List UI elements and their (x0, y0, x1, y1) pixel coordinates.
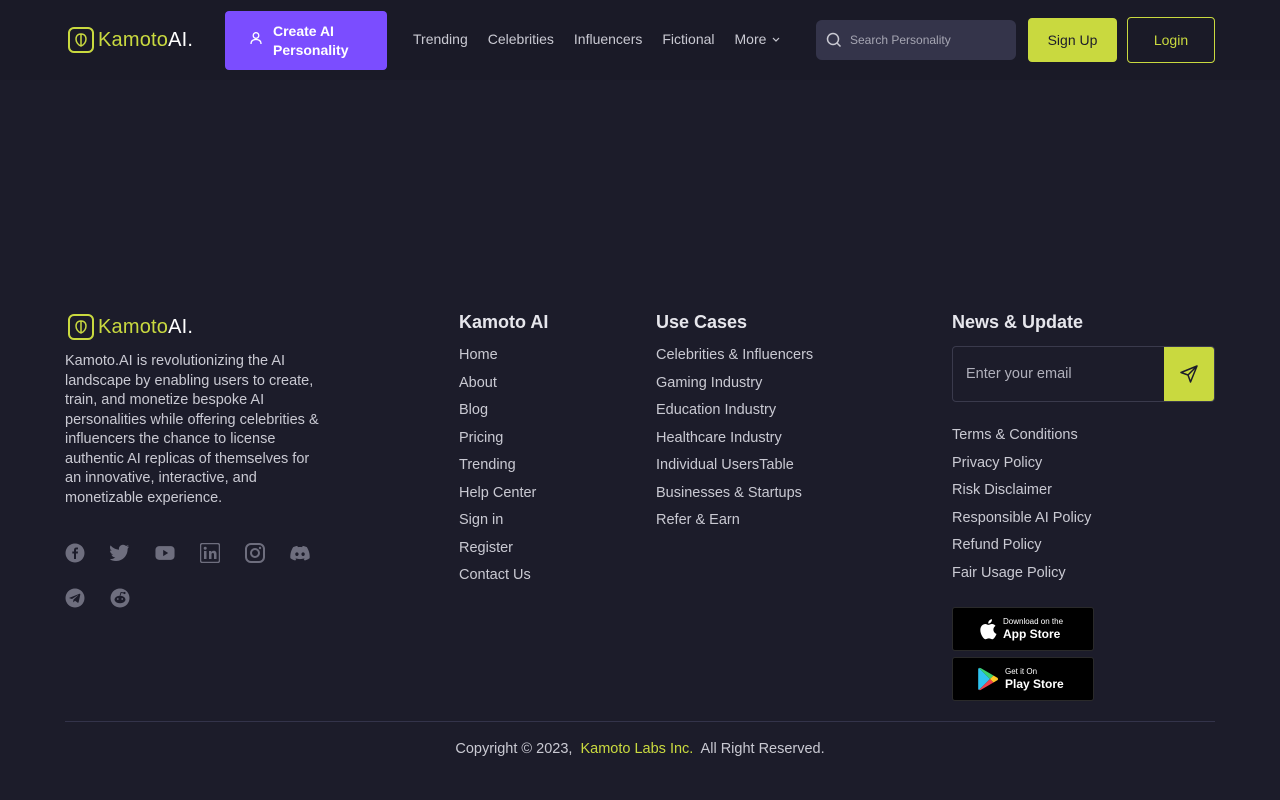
create-ai-personality-label: Create AI Personality (273, 22, 349, 58)
footer-link-pricing[interactable]: Pricing (459, 428, 536, 456)
footer-col-use-cases-list: Celebrities & Influencers Gaming Industr… (656, 345, 813, 538)
footer-link-education-industry[interactable]: Education Industry (656, 400, 813, 428)
copyright-prefix: Copyright © 2023, (455, 741, 573, 757)
footer-link-home[interactable]: Home (459, 345, 536, 373)
footer-col-kamoto-title: Kamoto AI (459, 312, 549, 332)
nav-item-trending[interactable]: Trending (413, 31, 468, 47)
footer-link-about[interactable]: About (459, 373, 536, 401)
about-description: Kamoto.AI is revolutionizing the AI land… (65, 353, 319, 506)
top-navbar: KamotoAI. Create AI Personality Trending… (0, 0, 1280, 80)
footer-col-policies-list: Terms & Conditions Privacy Policy Risk D… (952, 425, 1091, 590)
footer-col-news-title: News & Update (952, 312, 1084, 332)
search-bar (816, 20, 1016, 60)
login-button[interactable]: Login (1127, 17, 1215, 63)
send-icon (1180, 365, 1198, 383)
brain-logo-icon (68, 314, 94, 340)
chevron-down-icon (772, 37, 780, 42)
footer-link-healthcare-industry[interactable]: Healthcare Industry (656, 428, 813, 456)
twitter-icon[interactable] (110, 543, 130, 563)
nav-item-more[interactable]: More (735, 31, 782, 47)
newsletter-submit-button[interactable] (1164, 347, 1214, 401)
copyright: Copyright © 2023, Kamoto Labs Inc. All R… (0, 741, 1280, 757)
footer-link-individual-users[interactable]: Individual UsersTable (656, 455, 813, 483)
nav-item-more-label: More (734, 31, 767, 47)
telegram-icon[interactable] (65, 588, 85, 608)
user-icon (249, 31, 263, 50)
newsletter-form (952, 346, 1215, 402)
logo-wordmark: KamotoAI. (98, 315, 194, 338)
play-store-text: Get it On Play Store (1005, 667, 1064, 691)
play-store-small-label: Get it On (1005, 667, 1038, 676)
nav-item-celebrities[interactable]: Celebrities (488, 31, 554, 47)
main-nav: Trending Celebrities Influencers Fiction… (413, 31, 781, 47)
facebook-icon[interactable] (65, 543, 85, 563)
footer-col-use-cases-title: Use Cases (656, 312, 748, 332)
footer-link-privacy[interactable]: Privacy Policy (952, 453, 1091, 481)
footer-link-blog[interactable]: Blog (459, 400, 536, 428)
footer-link-help-center[interactable]: Help Center (459, 483, 536, 511)
logo[interactable]: KamotoAI. (68, 27, 193, 53)
footer-link-register[interactable]: Register (459, 538, 536, 566)
footer-link-trending[interactable]: Trending (459, 455, 536, 483)
footer-divider (65, 721, 1215, 722)
footer-logo[interactable]: KamotoAI. (68, 314, 193, 340)
discord-icon[interactable] (290, 543, 310, 563)
footer-link-gaming-industry[interactable]: Gaming Industry (656, 373, 813, 401)
google-play-icon (978, 667, 999, 691)
footer-link-fair-usage[interactable]: Fair Usage Policy (952, 563, 1091, 591)
app-store-small-label: Download on the (1003, 617, 1064, 626)
footer-link-businesses-startups[interactable]: Businesses & Startups (656, 483, 813, 511)
logo-wordmark: KamotoAI. (98, 28, 194, 51)
play-store-button[interactable]: Get it On Play Store (952, 657, 1094, 701)
nav-item-influencers[interactable]: Influencers (574, 31, 642, 47)
footer-link-terms[interactable]: Terms & Conditions (952, 425, 1091, 453)
search-icon (826, 32, 842, 48)
footer-link-celebrities-influencers[interactable]: Celebrities & Influencers (656, 345, 813, 373)
linkedin-icon[interactable] (200, 543, 220, 563)
footer-link-responsible-ai[interactable]: Responsible AI Policy (952, 508, 1091, 536)
nav-item-fictional[interactable]: Fictional (662, 31, 714, 47)
footer-col-kamoto-list: Home About Blog Pricing Trending Help Ce… (459, 345, 536, 593)
app-store-text: Download on the App Store (1003, 617, 1063, 641)
footer-link-contact-us[interactable]: Contact Us (459, 565, 536, 593)
youtube-icon[interactable] (155, 543, 175, 563)
play-store-big-label: Play Store (1005, 677, 1064, 691)
app-store-big-label: App Store (1003, 627, 1061, 641)
apple-icon (980, 619, 997, 640)
footer-link-risk-disclaimer[interactable]: Risk Disclaimer (952, 480, 1091, 508)
app-store-button[interactable]: Download on the App Store (952, 607, 1094, 651)
create-ai-personality-button[interactable]: Create AI Personality (225, 11, 387, 70)
newsletter-email-input[interactable] (953, 347, 1164, 401)
footer-link-sign-in[interactable]: Sign in (459, 510, 536, 538)
company-link[interactable]: Kamoto Labs Inc. (580, 741, 693, 757)
footer-link-refer-earn[interactable]: Refer & Earn (656, 510, 813, 538)
sign-up-button[interactable]: Sign Up (1028, 18, 1117, 62)
instagram-icon[interactable] (245, 543, 265, 563)
social-links (65, 543, 325, 608)
search-input[interactable] (850, 33, 1000, 47)
reddit-icon[interactable] (110, 588, 130, 608)
footer-link-refund[interactable]: Refund Policy (952, 535, 1091, 563)
brain-logo-icon (68, 27, 94, 53)
copyright-suffix: All Right Reserved. (700, 741, 825, 757)
